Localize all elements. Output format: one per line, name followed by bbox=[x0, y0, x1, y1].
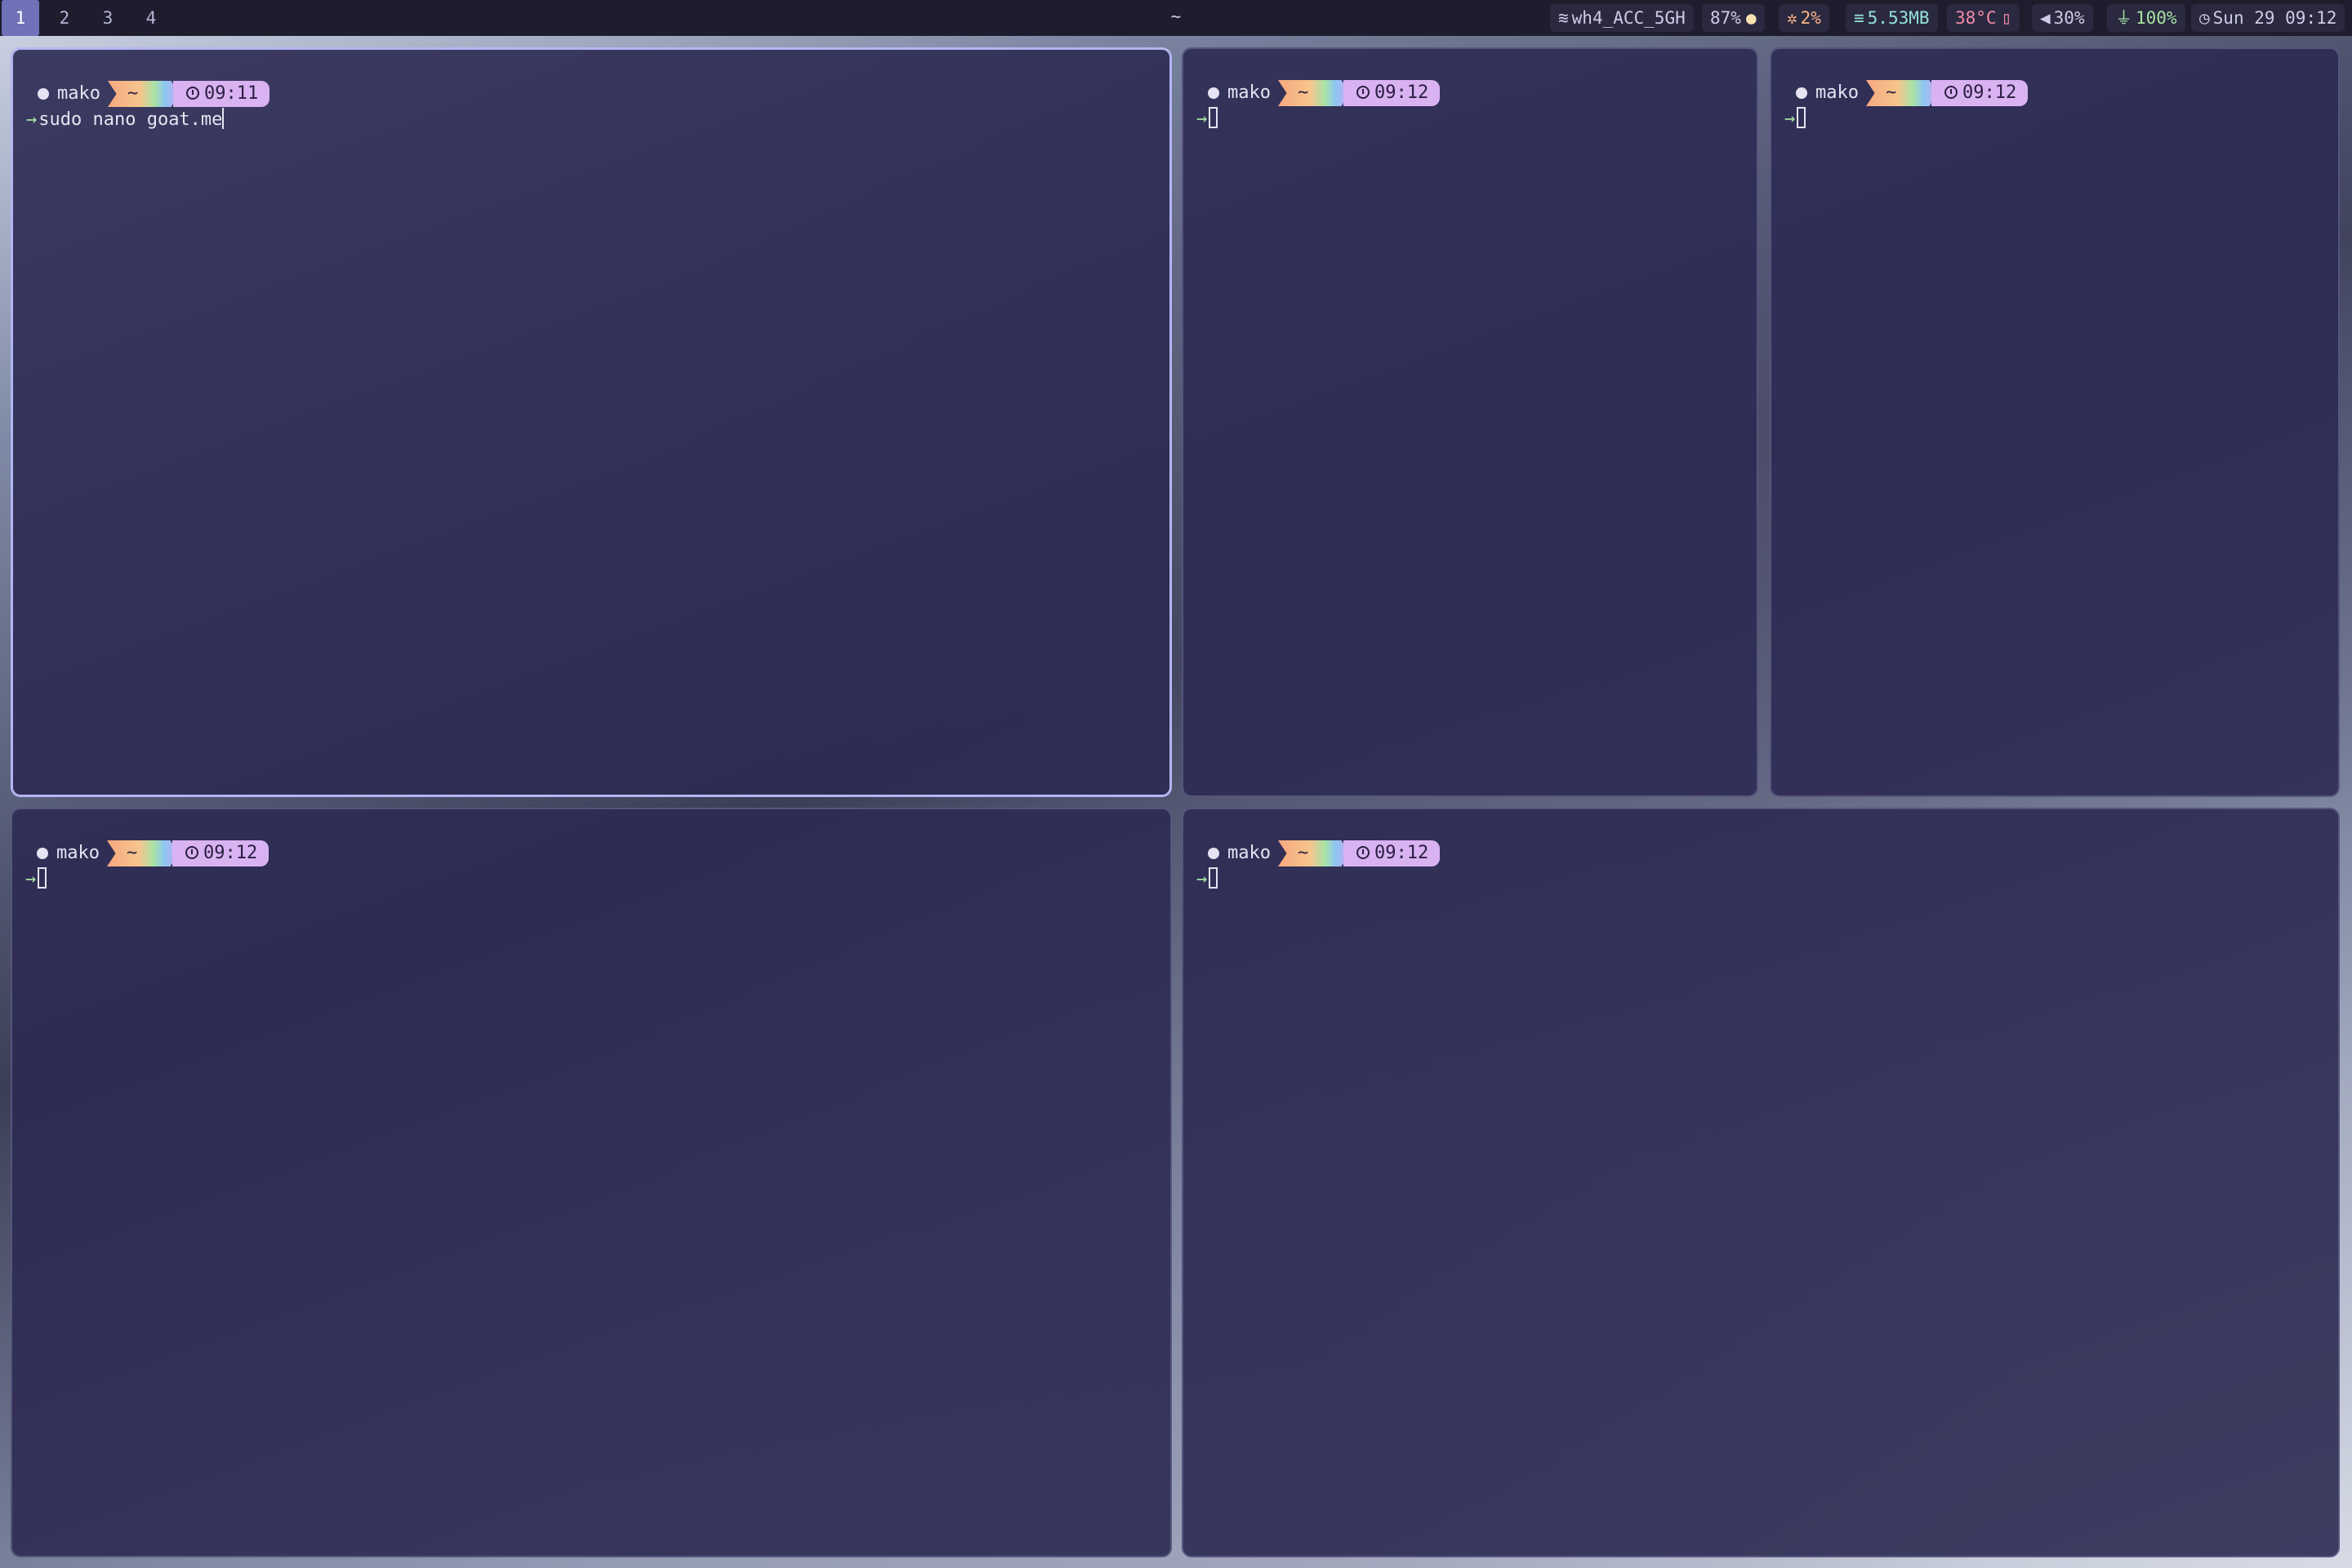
prompt-arrow-icon: → bbox=[1784, 109, 1796, 129]
brightness-module[interactable]: 87% ● bbox=[1702, 4, 1765, 32]
prompt-user-segment: mako bbox=[1196, 80, 1290, 106]
prompt-time-segment: 09:12 bbox=[1931, 80, 2028, 106]
clock-icon bbox=[185, 846, 198, 859]
wifi-icon: ≋ bbox=[1558, 8, 1569, 28]
text-cursor bbox=[1209, 867, 1218, 889]
battery-module[interactable]: ⏚ 100% bbox=[2107, 4, 2185, 32]
clock-icon bbox=[1356, 86, 1370, 99]
command-text: sudo nano goat.me bbox=[38, 109, 223, 130]
prompt-user-segment: mako bbox=[1196, 840, 1290, 866]
prompt-directory: ~ bbox=[1298, 843, 1309, 863]
distro-logo-icon bbox=[1208, 87, 1219, 99]
prompt-time: 09:11 bbox=[204, 83, 259, 104]
prompt-arrow-icon: → bbox=[1196, 109, 1208, 129]
prompt-directory: ~ bbox=[1886, 82, 1897, 103]
prompt-directory: ~ bbox=[1298, 82, 1309, 103]
prompt-time: 09:12 bbox=[1962, 82, 2017, 103]
prompt-username: mako bbox=[57, 83, 100, 104]
prompt-user-segment: mako bbox=[25, 840, 118, 866]
prompt-time-segment: 09:12 bbox=[1343, 840, 1440, 866]
window-title: ~ bbox=[1170, 7, 1182, 26]
terminal-window-3[interactable]: mako ~ 09:12 → bbox=[1770, 47, 2340, 797]
terminal-window-4[interactable]: mako ~ 09:12 → bbox=[11, 808, 1172, 1557]
prompt-directory-segment: ~ bbox=[1866, 80, 1938, 106]
text-cursor bbox=[38, 867, 47, 889]
prompt-arrow-icon: → bbox=[26, 109, 38, 130]
workspace-1-button[interactable]: 1 bbox=[2, 0, 39, 36]
volume-module[interactable]: ◀ 30% bbox=[2032, 4, 2093, 32]
prompt-time-segment: 09:11 bbox=[173, 81, 270, 107]
command-line[interactable]: → bbox=[1784, 106, 1806, 132]
prompt-directory-segment: ~ bbox=[1278, 80, 1350, 106]
text-cursor bbox=[1209, 107, 1218, 128]
command-line[interactable]: →sudo nano goat.me bbox=[26, 107, 225, 133]
prompt-time: 09:12 bbox=[1374, 82, 1429, 103]
prompt-arrow-icon: → bbox=[1196, 869, 1208, 889]
command-line[interactable]: → bbox=[1196, 106, 1218, 132]
temperature-value: 38°C bbox=[1955, 8, 1997, 28]
workspace-2-button[interactable]: 2 bbox=[46, 0, 83, 36]
memory-icon: ≡ bbox=[1854, 8, 1864, 28]
prompt-directory-segment: ~ bbox=[107, 840, 179, 866]
brightness-value: 87% bbox=[1710, 8, 1741, 28]
battery-value: 100% bbox=[2136, 8, 2177, 28]
text-cursor bbox=[1797, 107, 1806, 128]
brightness-icon: ● bbox=[1745, 8, 1757, 28]
prompt-username: mako bbox=[1227, 843, 1271, 863]
memory-module[interactable]: ≡ 5.53MB bbox=[1846, 4, 1938, 32]
distro-logo-icon bbox=[1208, 848, 1219, 859]
clock-icon: ◷ bbox=[2199, 8, 2210, 28]
prompt-time-segment: 09:12 bbox=[172, 840, 269, 866]
terminal-window-5[interactable]: mako ~ 09:12 → bbox=[1182, 808, 2340, 1557]
prompt-directory-segment: ~ bbox=[108, 81, 180, 107]
clock-module[interactable]: ◷ Sun 29 09:12 bbox=[2191, 4, 2345, 32]
prompt-directory: ~ bbox=[127, 83, 139, 104]
prompt-arrow-icon: → bbox=[25, 869, 37, 889]
prompt-username: mako bbox=[1227, 82, 1271, 103]
workspace-4-button[interactable]: 4 bbox=[132, 0, 170, 36]
temperature-module[interactable]: 38°C ▯ bbox=[1947, 4, 2020, 32]
prompt-username: mako bbox=[56, 843, 100, 863]
clock-value: Sun 29 09:12 bbox=[2212, 8, 2337, 28]
memory-value: 5.53MB bbox=[1867, 8, 1930, 28]
clock-icon bbox=[1356, 846, 1370, 859]
power-plug-icon: ⏚ bbox=[2115, 8, 2132, 28]
distro-logo-icon bbox=[37, 848, 48, 859]
prompt-time-segment: 09:12 bbox=[1343, 80, 1440, 106]
top-bar: 1 2 3 4 ~ ≋ wh4_ACC_5GH 87% ● ✲ 2% ≡ 5.53MB … bbox=[0, 0, 2352, 36]
cpu-icon: ✲ bbox=[1787, 8, 1797, 28]
thermometer-icon: ▯ bbox=[2001, 8, 2012, 28]
volume-value: 30% bbox=[2053, 8, 2085, 28]
terminal-window-2[interactable]: mako ~ 09:12 → bbox=[1182, 47, 1758, 797]
speaker-icon: ◀ bbox=[2040, 8, 2051, 28]
clock-icon bbox=[1944, 86, 1958, 99]
text-cursor bbox=[222, 108, 225, 129]
prompt-user-segment: mako bbox=[1784, 80, 1878, 106]
wifi-module[interactable]: ≋ wh4_ACC_5GH bbox=[1550, 4, 1694, 32]
distro-logo-icon bbox=[38, 88, 49, 100]
prompt-directory-segment: ~ bbox=[1278, 840, 1350, 866]
prompt-username: mako bbox=[1815, 82, 1859, 103]
clock-icon bbox=[186, 87, 199, 100]
prompt-directory: ~ bbox=[127, 843, 138, 863]
command-line[interactable]: → bbox=[25, 866, 47, 893]
command-line[interactable]: → bbox=[1196, 866, 1218, 893]
distro-logo-icon bbox=[1796, 87, 1807, 99]
cpu-value: 2% bbox=[1800, 8, 1821, 28]
prompt-time: 09:12 bbox=[1374, 843, 1429, 863]
cpu-module[interactable]: ✲ 2% bbox=[1779, 4, 1829, 32]
workspace-3-button[interactable]: 3 bbox=[89, 0, 127, 36]
prompt-user-segment: mako bbox=[26, 81, 119, 107]
prompt-time: 09:12 bbox=[203, 843, 258, 863]
terminal-window-1[interactable]: mako ~ 09:11 →sudo nano goat.me bbox=[11, 47, 1172, 797]
wifi-ssid: wh4_ACC_5GH bbox=[1571, 8, 1686, 28]
